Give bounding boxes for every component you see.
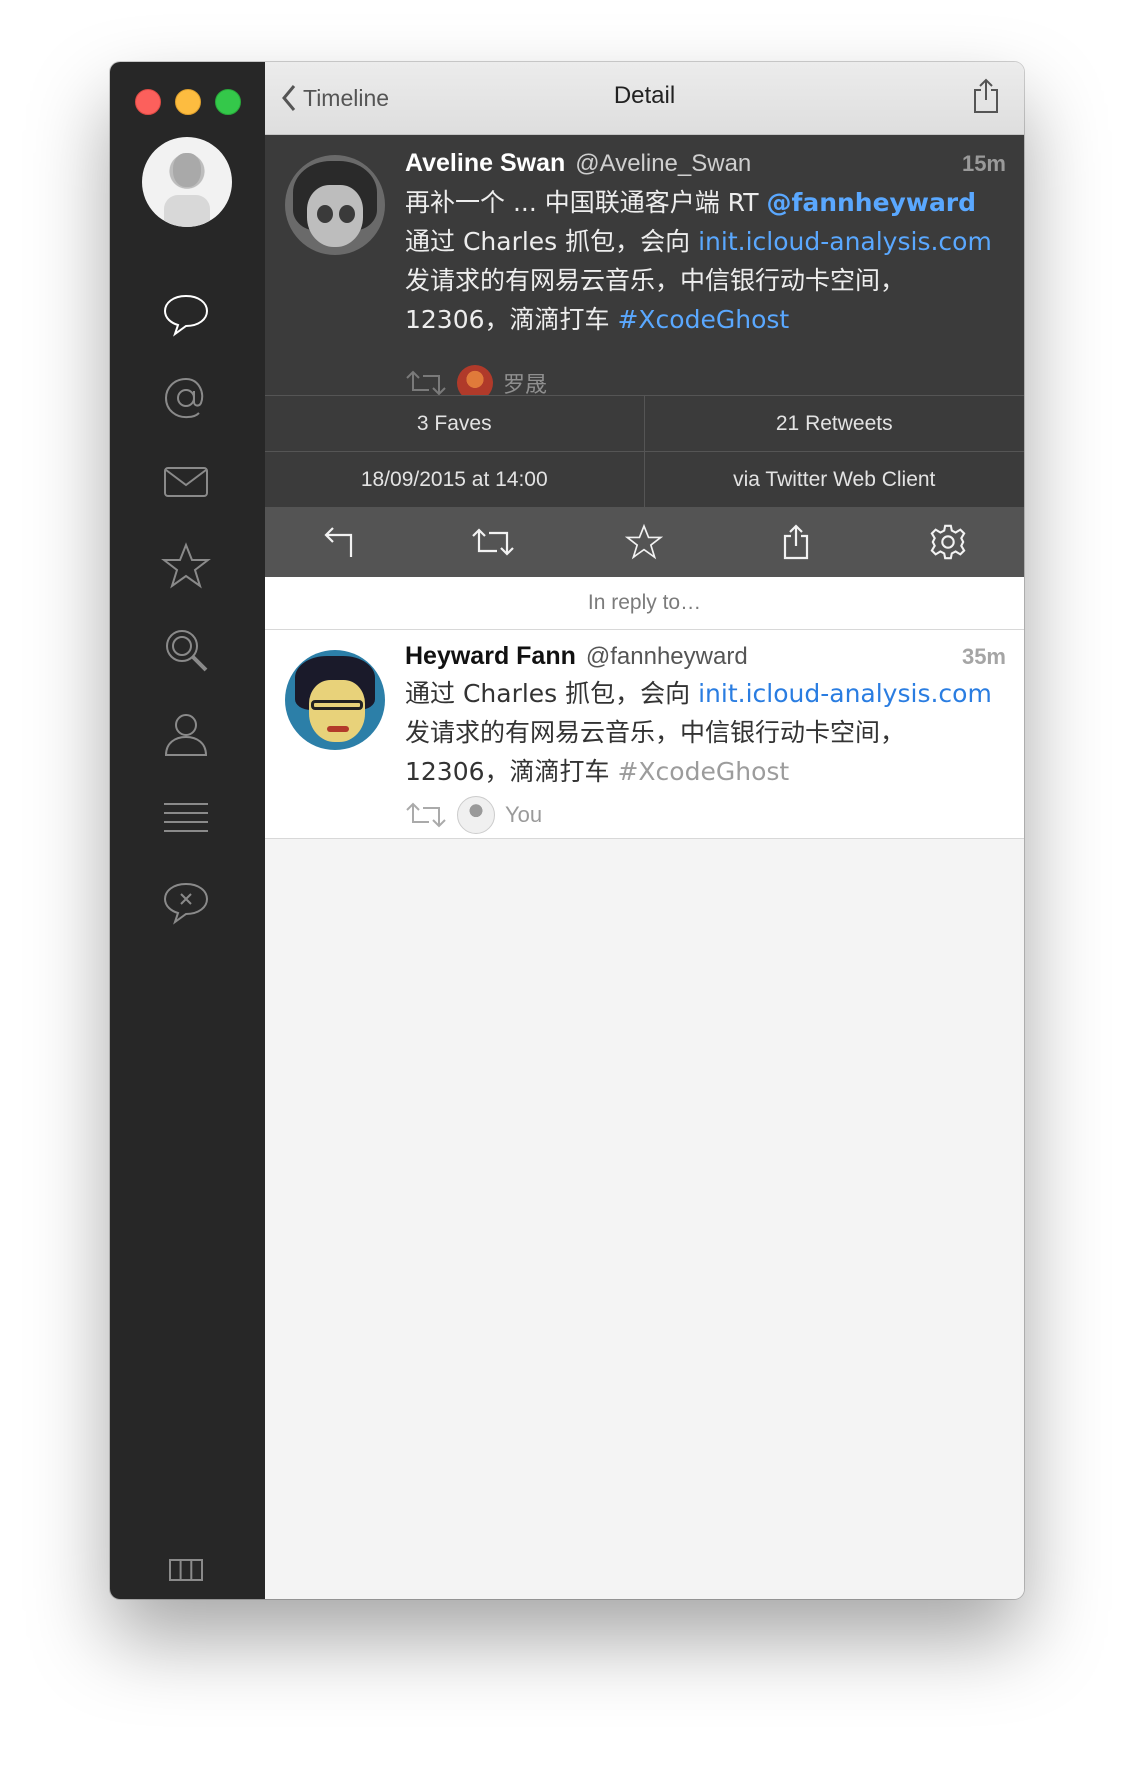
profile-nav-button[interactable] xyxy=(158,706,214,762)
author-avatar[interactable] xyxy=(285,155,385,255)
muted-bubble-icon xyxy=(163,882,209,925)
hashtag-link[interactable]: #XcodeGhost xyxy=(617,305,789,334)
app-window: Timeline Detail Aveline Swan @Aveline_Sw… xyxy=(110,62,1024,1599)
at-sign-icon xyxy=(164,377,204,419)
speech-bubble-icon xyxy=(163,294,209,337)
reply-icon xyxy=(324,527,352,557)
timeline-nav-button[interactable] xyxy=(158,286,214,342)
detail-pane: Timeline Detail Aveline Swan @Aveline_Sw… xyxy=(265,62,1024,1599)
muted-nav-button[interactable] xyxy=(158,874,214,930)
faves-count[interactable]: 3 Faves xyxy=(265,396,645,452)
gear-icon xyxy=(930,524,966,560)
search-icon xyxy=(166,630,208,672)
share-icon xyxy=(974,78,998,113)
share-icon xyxy=(784,524,809,560)
retweet-icon xyxy=(406,370,446,396)
url-link[interactable]: init.icloud-analysis.com xyxy=(698,679,992,708)
tweet-text: 通过 Charles 抓包，会向 init.icloud-analysis.co… xyxy=(405,674,1005,791)
retweeted-by: You xyxy=(405,796,542,834)
author-handle[interactable]: @Aveline_Swan xyxy=(575,150,751,178)
mention-link[interactable]: @fannheyward xyxy=(766,188,976,217)
url-link[interactable]: init.icloud-analysis.com xyxy=(698,227,992,256)
messages-nav-button[interactable] xyxy=(158,454,214,510)
minimize-window-button[interactable] xyxy=(175,89,201,115)
tweet-text: 再补一个 ... 中国联通客户端 RT @fannheyward 通过 Char… xyxy=(405,183,995,339)
star-icon xyxy=(625,523,664,560)
action-bar xyxy=(265,507,1024,577)
tweet-text-segment: 通过 Charles 抓包，会向 xyxy=(405,679,699,708)
favorite-button[interactable] xyxy=(614,512,674,572)
tweet-time: 35m xyxy=(961,644,1006,669)
retweets-count[interactable]: 21 Retweets xyxy=(644,396,1024,452)
profile-avatar[interactable] xyxy=(142,137,232,227)
star-icon xyxy=(161,542,211,589)
zoom-window-button[interactable] xyxy=(215,89,241,115)
retweeter-name[interactable]: You xyxy=(505,802,542,828)
tweet-text-segment: 通过 Charles 抓包，会向 xyxy=(405,227,699,256)
parent-tweet[interactable]: Heyward Fann @fannheyward 35m 通过 Charles… xyxy=(265,630,1024,839)
envelope-icon xyxy=(164,467,208,497)
sidebar xyxy=(110,62,265,1599)
reply-button[interactable] xyxy=(311,512,371,572)
author-handle[interactable]: @fannheyward xyxy=(586,643,748,671)
in-reply-to-header: In reply to… xyxy=(265,577,1024,630)
lists-nav-button[interactable] xyxy=(158,790,214,846)
retweet-icon xyxy=(406,802,446,828)
favorites-nav-button[interactable] xyxy=(158,538,214,594)
settings-button[interactable] xyxy=(918,512,978,572)
retweeter-avatar[interactable] xyxy=(457,796,495,834)
tweet-stats: 3 Faves 21 Retweets 18/09/2015 at 14:00 … xyxy=(265,395,1024,508)
share-button[interactable] xyxy=(968,76,1004,116)
search-nav-button[interactable] xyxy=(158,622,214,678)
columns-icon xyxy=(169,1559,203,1581)
title-bar: Timeline Detail xyxy=(265,62,1024,135)
person-icon xyxy=(164,714,208,756)
tweet-source: via Twitter Web Client xyxy=(733,468,936,491)
list-icon xyxy=(164,803,208,832)
close-window-button[interactable] xyxy=(135,89,161,115)
detail-tweet[interactable]: Aveline Swan @Aveline_Swan 15m 再补一个 ... … xyxy=(265,135,1024,401)
author-avatar[interactable] xyxy=(285,650,385,750)
tweet-date: 18/09/2015 at 14:00 xyxy=(265,452,645,508)
columns-toggle-button[interactable] xyxy=(158,1542,214,1598)
hashtag-link[interactable]: #XcodeGhost xyxy=(617,757,789,786)
retweet-button[interactable] xyxy=(463,512,523,572)
page-title: Detail xyxy=(613,82,676,109)
author-name[interactable]: Heyward Fann xyxy=(405,642,576,671)
share-tweet-button[interactable] xyxy=(766,512,826,572)
retweet-icon xyxy=(471,528,514,556)
mentions-nav-button[interactable] xyxy=(158,370,214,426)
tweet-time: 15m xyxy=(961,151,1006,176)
tweet-text-segment: 再补一个 ... 中国联通客户端 RT xyxy=(405,188,767,217)
author-name[interactable]: Aveline Swan xyxy=(405,149,565,178)
